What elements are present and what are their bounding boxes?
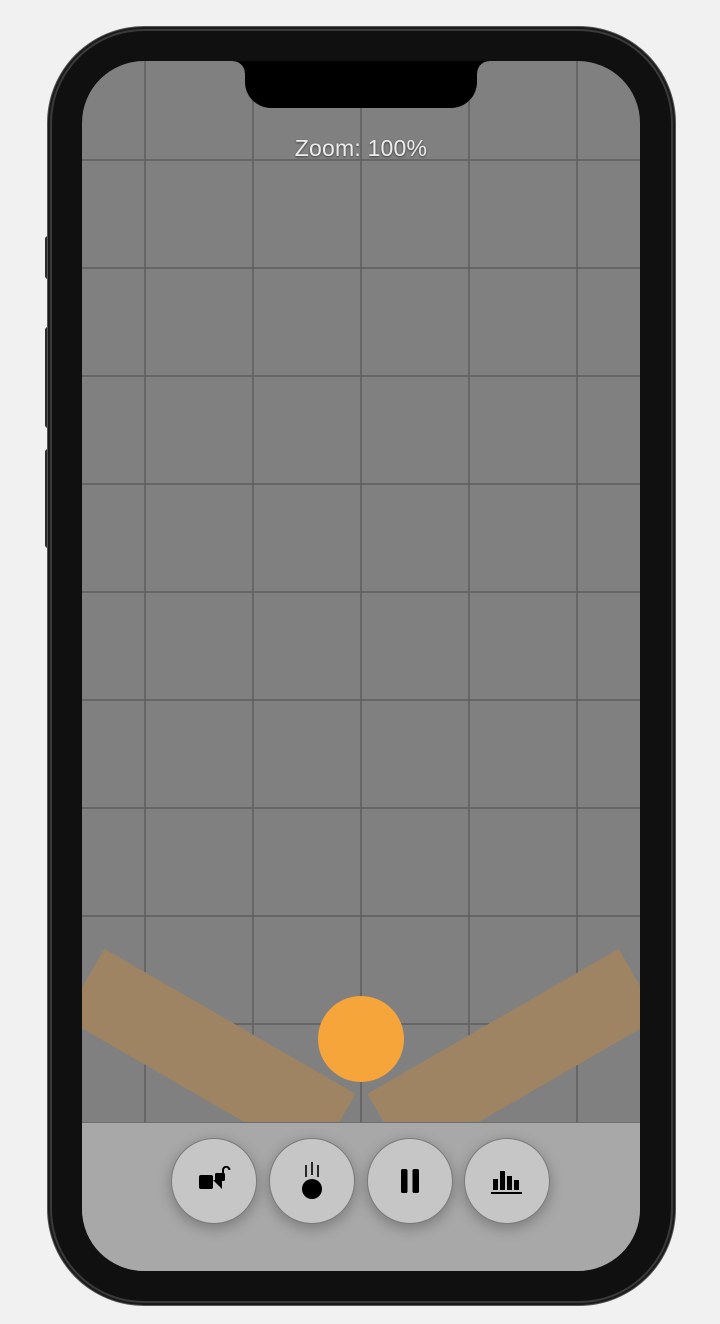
device-frame: Zoom: 100%	[0, 0, 720, 1324]
bottom-toolbar	[82, 1122, 640, 1271]
lock-toggle-button[interactable]	[171, 1138, 257, 1224]
drop-ball-button[interactable]	[269, 1138, 355, 1224]
orange-ball[interactable]	[318, 996, 404, 1082]
falling-ball-icon	[302, 1162, 322, 1199]
simulation-screen[interactable]: Zoom: 100%	[82, 61, 640, 1271]
pause-icon	[401, 1169, 419, 1193]
unlock-shapes-icon	[199, 1166, 231, 1189]
bar-chart-icon	[491, 1171, 522, 1194]
zoom-indicator: Zoom: 100%	[294, 135, 428, 161]
stats-button[interactable]	[464, 1138, 550, 1224]
background-grid	[82, 61, 640, 1271]
pause-button[interactable]	[367, 1138, 453, 1224]
camera-notch	[233, 61, 489, 108]
